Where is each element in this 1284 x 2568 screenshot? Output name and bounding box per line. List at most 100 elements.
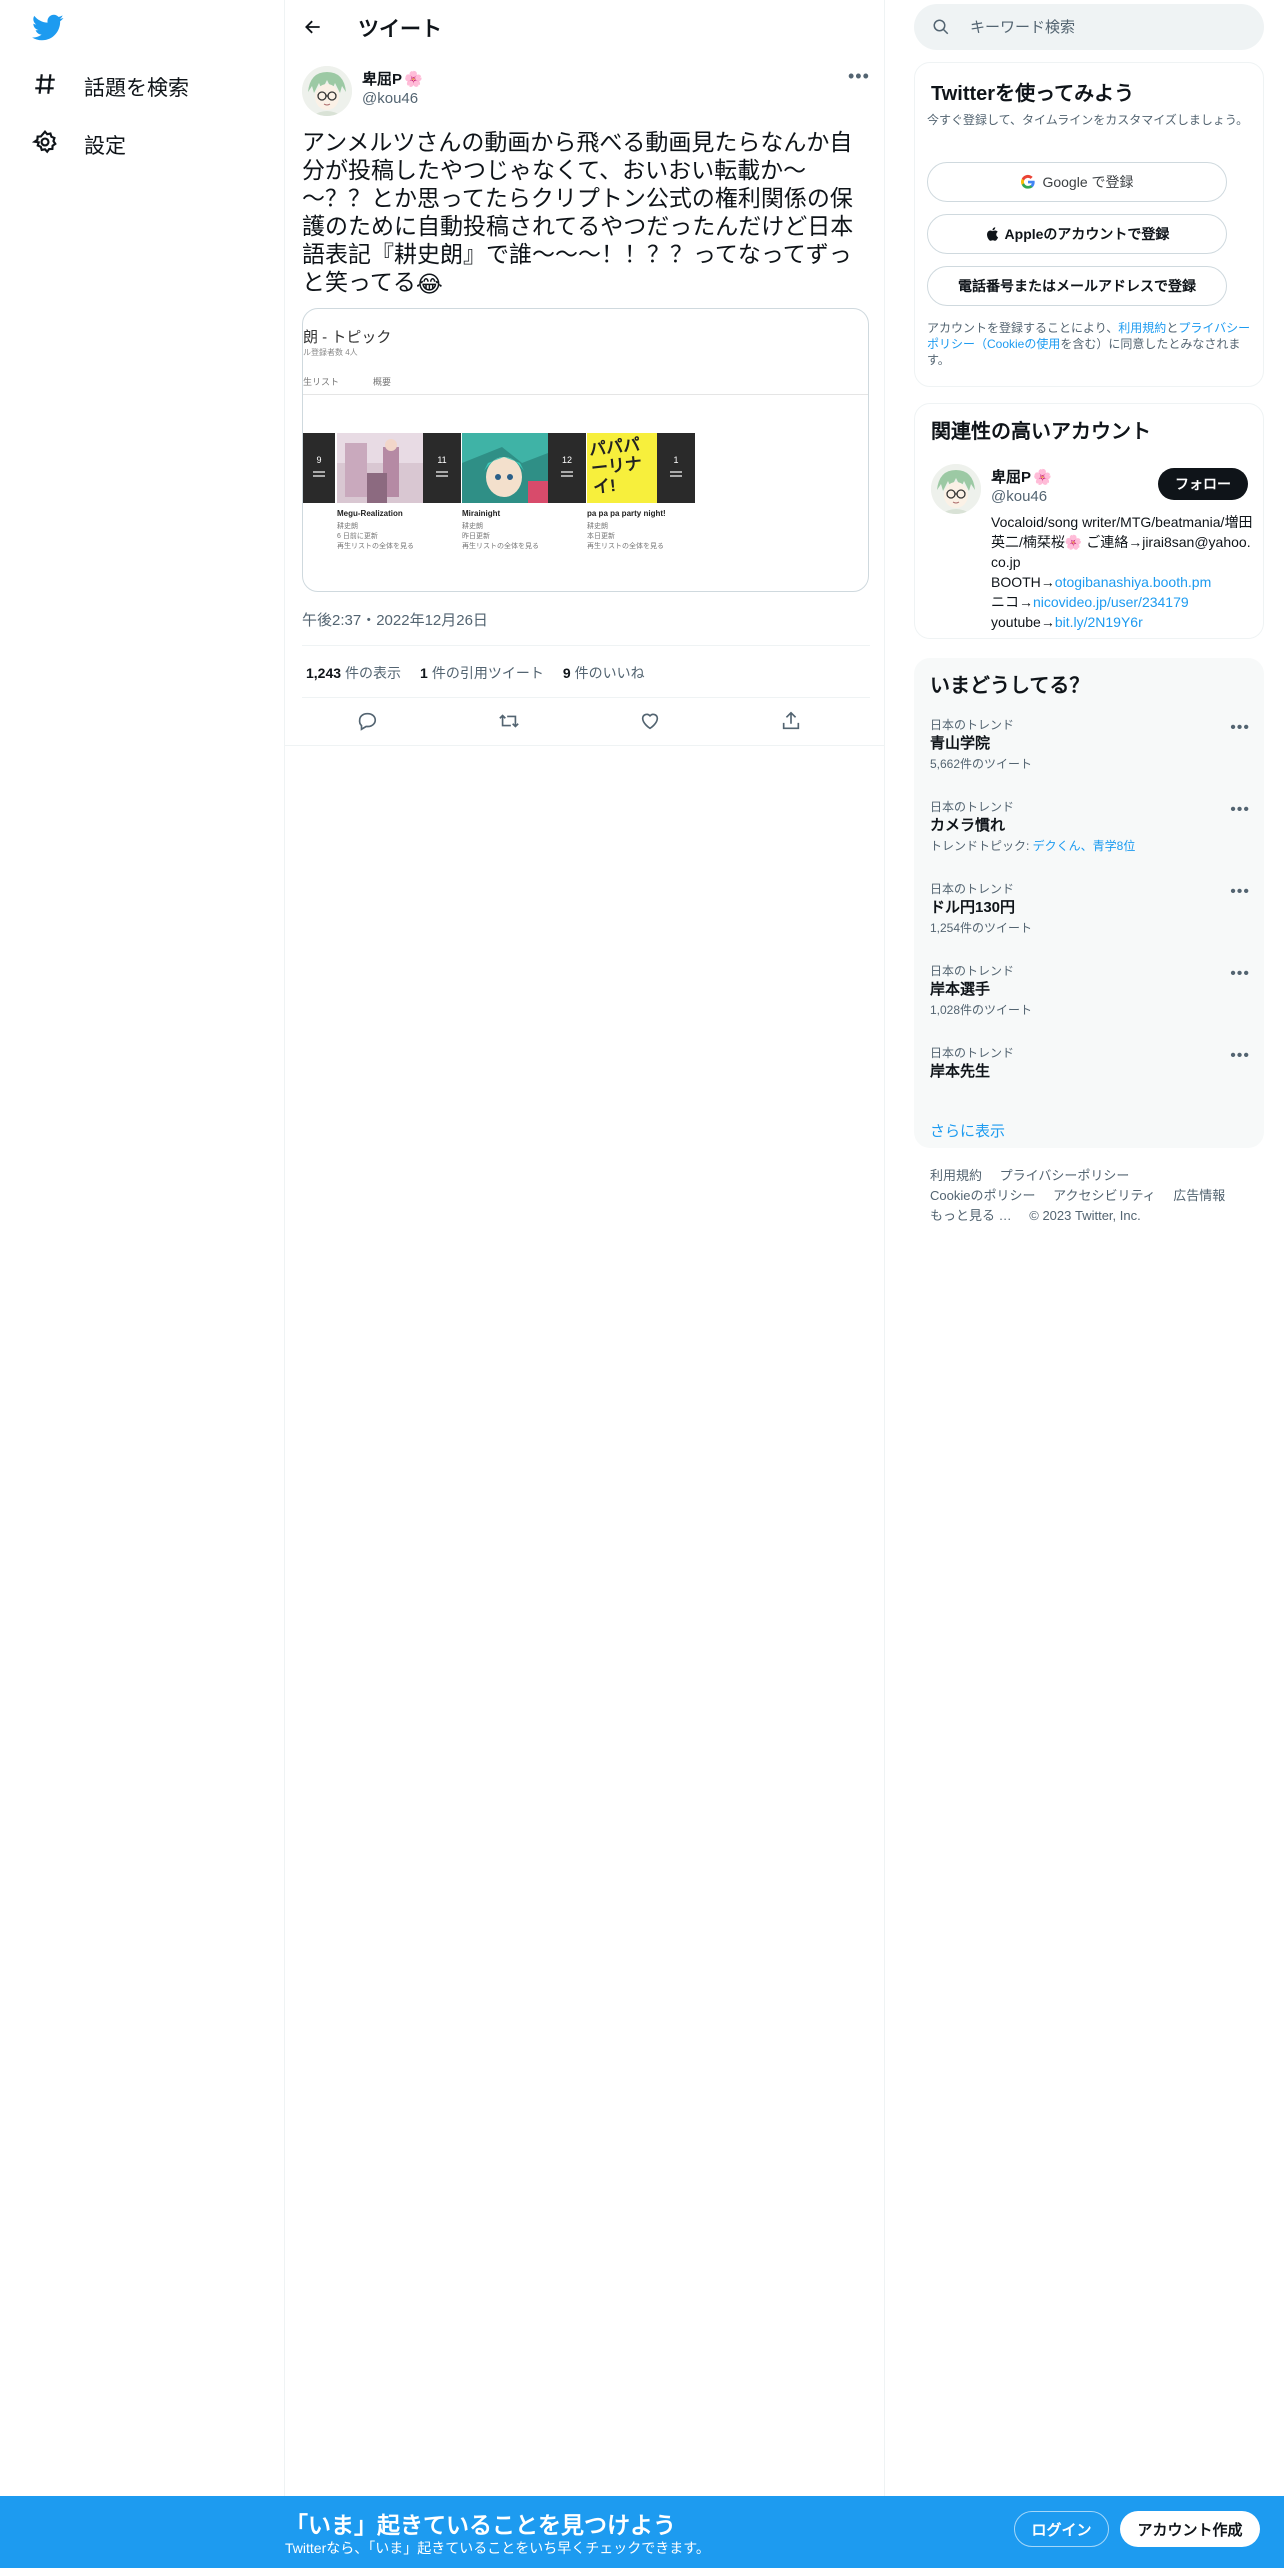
playlist-count: 1	[657, 433, 695, 503]
relevant-accounts-title: 関連性の高いアカウント	[931, 421, 1151, 443]
main-column: ツイート 卑屈P 🌸 @kou46 ••• アンメルツさんの動画から飛べる動画見…	[285, 0, 885, 2568]
google-signup-label: Google で登録	[1042, 174, 1134, 190]
media-channel-title: 朗 - トピック	[303, 329, 392, 346]
playlist-count: 12	[548, 433, 586, 503]
author-avatar[interactable]	[302, 66, 352, 116]
reply-icon[interactable]	[356, 710, 380, 734]
divider	[302, 645, 870, 646]
playlist-title: Mirainight	[462, 509, 501, 518]
nicovideo-link[interactable]: nicovideo.jp/user/234179	[1033, 594, 1189, 610]
more-options-icon[interactable]: •••	[1230, 801, 1250, 819]
footer-links: 利用規約 プライバシーポリシー Cookieのポリシー アクセシビリティ 広告情…	[930, 1166, 1260, 1226]
follow-button[interactable]: フォロー	[1158, 468, 1248, 500]
share-icon[interactable]	[780, 710, 804, 734]
playlist-meta: 耕史朗 昨日更新 再生リストの全体を見る	[462, 523, 539, 550]
trend-item[interactable]: 日本のトレンド カメラ慣れ トレンドトピック: デクくん、青学8位 •••	[930, 799, 1250, 855]
more-options-icon[interactable]: •••	[1230, 883, 1250, 901]
show-more-link[interactable]: さらに表示	[930, 1120, 1005, 1141]
playlist-thumbnail	[337, 433, 423, 503]
tweet-text: アンメルツさんの動画から飛べる動画見たらなんか自分が投稿したやつじゃなくて、おい…	[302, 128, 870, 298]
relevant-account-name[interactable]: 卑屈P 🌸	[991, 466, 1052, 487]
login-banner: 「いま」起きていることを見つけよう Twitterなら、「いま」起きていることを…	[0, 2496, 1284, 2568]
apple-signup-button[interactable]: Appleのアカウントで登録	[927, 214, 1227, 254]
twitter-bird-icon[interactable]	[32, 14, 64, 44]
footer-cookie-link[interactable]: Cookieのポリシー	[930, 1188, 1035, 1203]
footer-more-link[interactable]: もっと見る …	[930, 1208, 1012, 1223]
arrow-left-icon	[305, 20, 320, 34]
relevant-account-handle[interactable]: @kou46	[991, 488, 1047, 505]
banner-subtitle: Twitterなら、「いま」起きていることをいち早くチェックできます。	[285, 2540, 710, 2556]
footer-terms-link[interactable]: 利用規約	[930, 1168, 982, 1183]
playlist-title: pa pa pa party night!	[587, 509, 666, 518]
signup-panel: Twitterを使ってみよう 今すぐ登録して、タイムラインをカスタマイズしましょ…	[914, 62, 1264, 387]
author-name-text: 卑屈P	[362, 71, 403, 88]
google-logo-icon	[1021, 174, 1036, 189]
quotes-stat[interactable]: 1 件の引用ツイート	[420, 663, 544, 683]
media-divider	[303, 394, 868, 395]
nav-explore[interactable]: 話題を検索	[32, 67, 189, 107]
create-account-button[interactable]: アカウント作成	[1120, 2511, 1260, 2547]
trend-item[interactable]: 日本のトレンド 青山学院 5,662件のツイート •••	[930, 717, 1250, 773]
relevant-accounts-panel: 関連性の高いアカウント 卑屈P 🌸 @kou46 フォロー Vocaloid/so…	[914, 403, 1264, 639]
booth-link[interactable]: otogibanashiya.booth.pm	[1055, 574, 1211, 590]
nav-settings[interactable]: 設定	[31, 125, 126, 165]
gear-icon	[31, 129, 58, 161]
search-box[interactable]	[914, 4, 1264, 50]
nav-explore-label: 話題を検索	[84, 77, 189, 100]
playlist-meta: 耕史朗 本日更新 再生リストの全体を見る	[587, 523, 664, 550]
trends-title: いまどうしてる？	[930, 675, 1090, 697]
google-signup-button[interactable]: Google で登録	[927, 162, 1227, 202]
more-options-icon[interactable]: •••	[1230, 719, 1250, 737]
signup-subtitle: 今すぐ登録して、タイムラインをカスタマイズしましょう。	[927, 113, 1249, 127]
trend-topic-link[interactable]: デクくん、青学8位	[1033, 839, 1136, 853]
more-options-icon[interactable]: •••	[1230, 1047, 1250, 1065]
media-tab-about: 概要	[373, 377, 392, 387]
media-tab-playlists: 生リスト	[303, 377, 340, 387]
footer-privacy-link[interactable]: プライバシーポリシー	[1000, 1168, 1130, 1183]
back-button[interactable]	[299, 13, 327, 41]
media-channel-subs: ル登録者数 4人	[303, 348, 358, 357]
retweet-icon[interactable]	[497, 710, 521, 734]
trend-item[interactable]: 日本のトレンド 岸本選手 1,028件のツイート •••	[930, 963, 1250, 1019]
laughing-emoji: 😂	[415, 270, 443, 297]
tweet-body: アンメルツさんの動画から飛べる動画見たらなんか自分が投稿したやつじゃなくて、おい…	[302, 129, 854, 295]
playlist-title: Megu-Realization	[337, 509, 403, 518]
tweet-actions	[302, 704, 870, 740]
nav-settings-label: 設定	[84, 135, 126, 158]
footer-ads-link[interactable]: 広告情報	[1173, 1188, 1225, 1203]
cherry-blossom-emoji: 🌸	[1033, 468, 1052, 486]
likes-stat[interactable]: 9 件のいいね	[563, 663, 645, 683]
author-name[interactable]: 卑屈P 🌸	[362, 68, 423, 89]
more-options-icon[interactable]: •••	[848, 66, 870, 87]
hashtag-icon	[32, 71, 58, 103]
author-handle[interactable]: @kou46	[362, 90, 418, 107]
relevant-account-avatar[interactable]	[931, 464, 981, 514]
tweet-timestamp[interactable]: 午後2:37・2022年12月26日	[302, 609, 488, 630]
like-heart-icon[interactable]	[639, 710, 663, 734]
trend-item[interactable]: 日本のトレンド 岸本先生 •••	[930, 1045, 1250, 1083]
phone-email-signup-button[interactable]: 電話番号またはメールアドレスで登録	[927, 266, 1227, 306]
signup-title: Twitterを使ってみよう	[931, 83, 1135, 105]
search-input[interactable]	[970, 4, 1250, 50]
footer-accessibility-link[interactable]: アクセシビリティ	[1053, 1188, 1156, 1203]
more-options-icon[interactable]: •••	[1230, 965, 1250, 983]
playlist-meta: 耕史朗 6 日前に更新 再生リストの全体を見る	[337, 523, 414, 550]
youtube-link[interactable]: bit.ly/2N19Y6r	[1055, 614, 1143, 630]
left-navigation: 話題を検索 設定	[0, 0, 285, 2568]
playlist-thumbnail: パパパーリナイ!	[587, 433, 657, 503]
playlist-count: 11	[423, 433, 461, 503]
page-header: ツイート	[285, 0, 885, 54]
cherry-blossom-emoji: 🌸	[404, 70, 423, 88]
tweet-media-image[interactable]: 朗 - トピック ル登録者数 4人 生リスト 概要 9 11 Megu-Real…	[302, 308, 869, 592]
apple-signup-label: Appleのアカウントで登録	[1004, 226, 1170, 242]
search-icon	[933, 19, 949, 35]
apple-logo-icon	[986, 227, 998, 241]
divider	[285, 745, 885, 746]
playlist-thumbnail	[462, 433, 548, 503]
banner-title: 「いま」起きていることを見つけよう	[285, 2512, 676, 2538]
relevant-account-bio: Vocaloid/song writer/MTG/beatmania/増田英二/…	[991, 514, 1253, 630]
trend-item[interactable]: 日本のトレンド ドル円130円 1,254件のツイート •••	[930, 881, 1250, 937]
terms-link[interactable]: 利用規約	[1118, 321, 1166, 335]
tweet-stats: 1,243 件の表示 1 件の引用ツイート 9 件のいいね	[306, 663, 645, 683]
login-button[interactable]: ログイン	[1014, 2511, 1109, 2547]
